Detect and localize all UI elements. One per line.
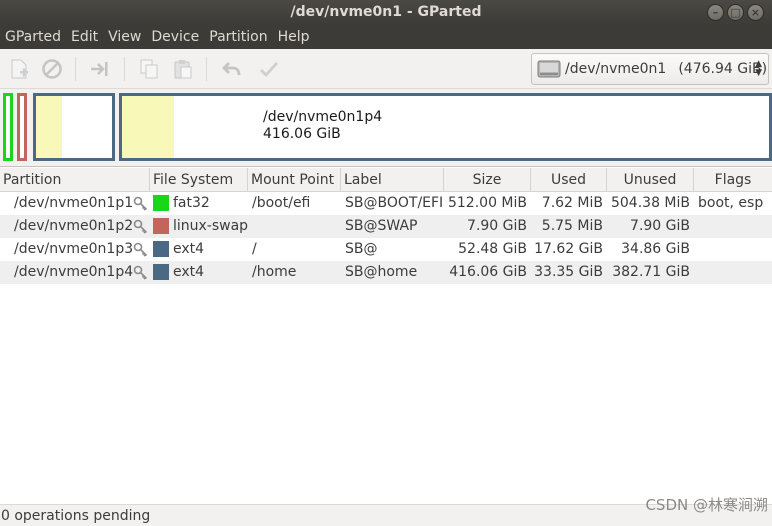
column-header-flags[interactable]: Flags: [694, 168, 772, 192]
cell-filesystem: ext4: [173, 264, 205, 280]
cell-unused: 504.38 MiB: [610, 195, 690, 211]
watermark: CSDN @林寒涧溯: [645, 496, 768, 514]
cell-partition: /dev/nvme0n1p2: [14, 218, 134, 234]
menu-edit[interactable]: Edit: [66, 26, 103, 49]
cell-used: 5.75 MiB: [541, 218, 603, 234]
cell-flags: boot, esp: [698, 195, 764, 211]
table-row[interactable]: /dev/nvme0n1p2 linux-swap SB@SWAP 7.90 G…: [0, 215, 772, 238]
device-selector[interactable]: /dev/nvme0n1 (476.94 GiB) ▲ ▼: [531, 53, 769, 85]
undo-icon: [222, 62, 241, 76]
column-header-mount[interactable]: Mount Point: [248, 168, 341, 192]
filesystem-color-swatch: [153, 241, 169, 257]
key-icon: [133, 219, 148, 234]
column-header-filesystem[interactable]: File System: [150, 168, 248, 192]
used-space-bar: [122, 96, 174, 158]
key-icon: [133, 265, 148, 280]
table-header: Partition File System Mount Point Label …: [0, 168, 772, 192]
partition-block-p3[interactable]: [33, 93, 115, 161]
filesystem-color-swatch: [153, 264, 169, 280]
menu-help[interactable]: Help: [273, 26, 315, 49]
toolbar-separator: [206, 57, 207, 81]
minimize-button[interactable]: –: [707, 4, 724, 21]
toolbar-separator: [124, 57, 125, 81]
menu-view[interactable]: View: [103, 26, 146, 49]
title-bar: /dev/nvme0n1 - GParted – □ ×: [0, 0, 772, 26]
cell-used: 17.62 GiB: [534, 241, 603, 257]
cell-label: SB@home: [345, 264, 418, 280]
cell-label: SB@SWAP: [345, 218, 418, 234]
cell-filesystem: linux-swap: [173, 218, 249, 234]
maximize-button[interactable]: □: [727, 4, 744, 21]
cell-unused: 34.86 GiB: [621, 241, 690, 257]
resize-move-icon: [91, 62, 108, 76]
used-space-bar: [36, 96, 62, 158]
toolbar-separator: [75, 57, 76, 81]
partition-block-p2[interactable]: [17, 93, 27, 161]
menu-device[interactable]: Device: [146, 26, 204, 49]
hard-disk-icon: [537, 60, 561, 78]
partition-block-p1[interactable]: [3, 93, 13, 161]
partition-block-p4[interactable]: [119, 93, 772, 161]
menu-bar: GParted Edit View Device Partition Help: [0, 26, 772, 49]
device-name: /dev/nvme0n1: [565, 61, 667, 77]
window-title: /dev/nvme0n1 - GParted: [290, 4, 482, 20]
device-size: (476.94 GiB): [678, 61, 768, 77]
undo-button[interactable]: [220, 57, 244, 81]
menu-partition[interactable]: Partition: [204, 26, 272, 49]
copy-button[interactable]: [137, 57, 161, 81]
resize-move-button[interactable]: [88, 57, 112, 81]
apply-button[interactable]: [257, 57, 281, 81]
table-row[interactable]: /dev/nvme0n1p3 ext4 / SB@ 52.48 GiB 17.6…: [0, 238, 772, 261]
column-header-used[interactable]: Used: [531, 168, 607, 192]
cell-unused: 7.90 GiB: [630, 218, 690, 234]
cell-unused: 382.71 GiB: [612, 264, 690, 280]
column-header-unused[interactable]: Unused: [607, 168, 694, 192]
key-icon: [133, 242, 148, 257]
cell-mount: /: [252, 241, 257, 257]
cell-filesystem: fat32: [173, 195, 210, 211]
partition-table: Partition File System Mount Point Label …: [0, 168, 772, 284]
cell-used: 7.62 MiB: [541, 195, 603, 211]
copy-icon: [140, 59, 158, 79]
cell-label: SB@: [345, 241, 378, 257]
chevron-up-down-icon: ▲ ▼: [755, 59, 762, 78]
filesystem-color-swatch: [153, 195, 169, 211]
cell-size: 7.90 GiB: [467, 218, 527, 234]
paste-icon: [174, 60, 192, 79]
partition-map-label: /dev/nvme0n1p4 416.06 GiB: [263, 109, 382, 143]
cell-used: 33.35 GiB: [534, 264, 603, 280]
filesystem-color-swatch: [153, 218, 169, 234]
cell-partition: /dev/nvme0n1p3: [14, 241, 134, 257]
column-header-partition[interactable]: Partition: [0, 168, 150, 192]
cell-partition: /dev/nvme0n1p1: [14, 195, 134, 211]
menu-gparted[interactable]: GParted: [0, 26, 66, 49]
window-controls: – □ ×: [707, 4, 764, 21]
column-header-size[interactable]: Size: [444, 168, 531, 192]
cell-partition: /dev/nvme0n1p4: [14, 264, 134, 280]
paste-button[interactable]: [171, 57, 195, 81]
cell-filesystem: ext4: [173, 241, 205, 257]
delete-button[interactable]: [40, 57, 64, 81]
key-icon: [133, 196, 148, 211]
apply-icon: [260, 62, 279, 78]
operations-status: 0 operations pending: [1, 508, 151, 524]
partition-map-name: /dev/nvme0n1p4: [263, 109, 383, 125]
disk-map: /dev/nvme0n1p4 416.06 GiB: [0, 89, 772, 167]
cell-label: SB@BOOT/EFI: [345, 195, 444, 211]
cell-size: 52.48 GiB: [458, 241, 527, 257]
table-row[interactable]: /dev/nvme0n1p1 fat32 /boot/efi SB@BOOT/E…: [0, 192, 772, 215]
cell-mount: /home: [252, 264, 297, 280]
delete-icon: [42, 59, 62, 79]
table-row[interactable]: /dev/nvme0n1p4 ext4 /home SB@home 416.06…: [0, 261, 772, 284]
partition-map-size: 416.06 GiB: [263, 126, 341, 142]
cell-mount: /boot/efi: [252, 195, 311, 211]
column-header-label[interactable]: Label: [341, 168, 444, 192]
cell-size: 416.06 GiB: [449, 264, 527, 280]
close-button[interactable]: ×: [747, 4, 764, 21]
cell-size: 512.00 MiB: [447, 195, 527, 211]
new-partition-icon: [11, 59, 28, 79]
new-partition-button[interactable]: [7, 57, 31, 81]
